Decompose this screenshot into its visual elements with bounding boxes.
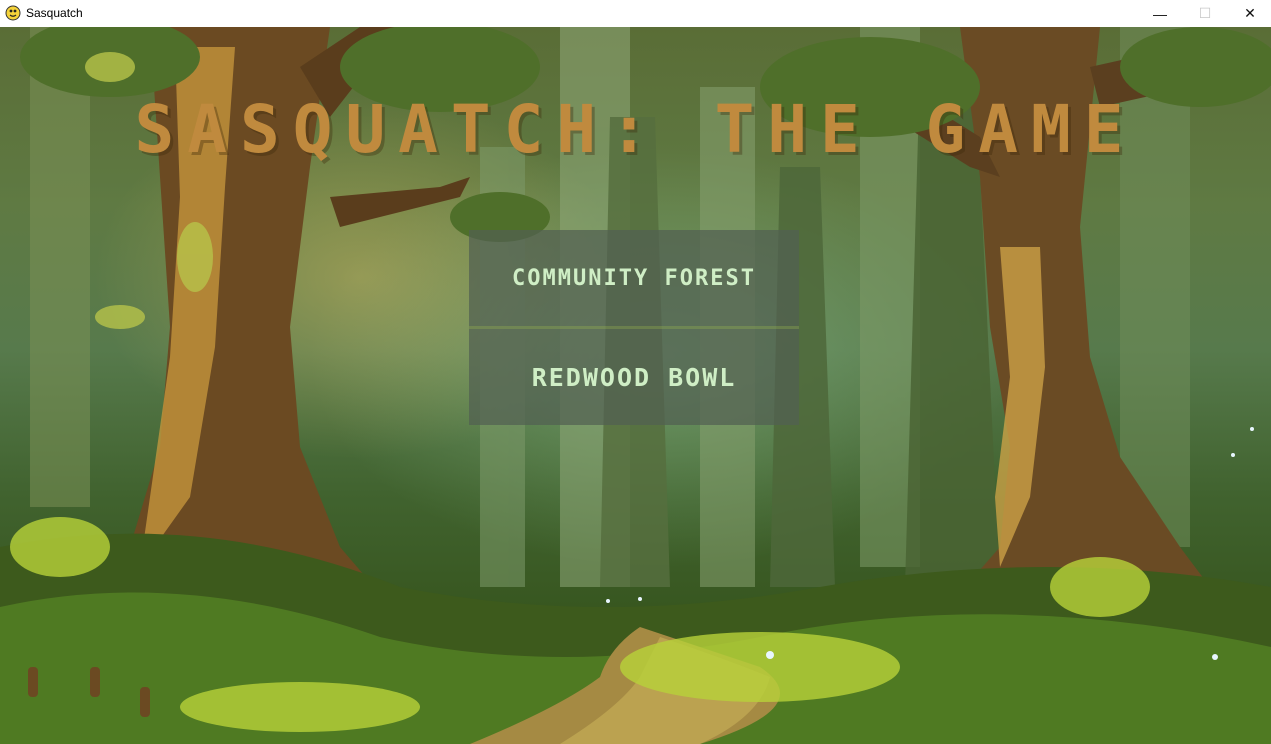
close-button[interactable]: ✕ xyxy=(1227,0,1271,27)
window-title: Sasquatch xyxy=(26,6,83,20)
community-forest-button[interactable]: COMMUNITY FOREST xyxy=(469,230,799,326)
window-titlebar: Sasquatch — ☐ ✕ xyxy=(0,0,1271,27)
pygame-snake-icon xyxy=(5,5,21,21)
redwood-bowl-button[interactable]: REDWOOD BOWL xyxy=(469,329,799,425)
level-select-menu: COMMUNITY FOREST REDWOOD BOWL xyxy=(469,230,799,425)
maximize-button[interactable]: ☐ xyxy=(1182,0,1228,27)
forest-background: SASQUATCH: THE GAME COMMUNITY FOREST RED… xyxy=(0,27,1271,744)
minimize-button[interactable]: — xyxy=(1137,0,1183,27)
game-title: SASQUATCH: THE GAME xyxy=(134,91,1137,168)
